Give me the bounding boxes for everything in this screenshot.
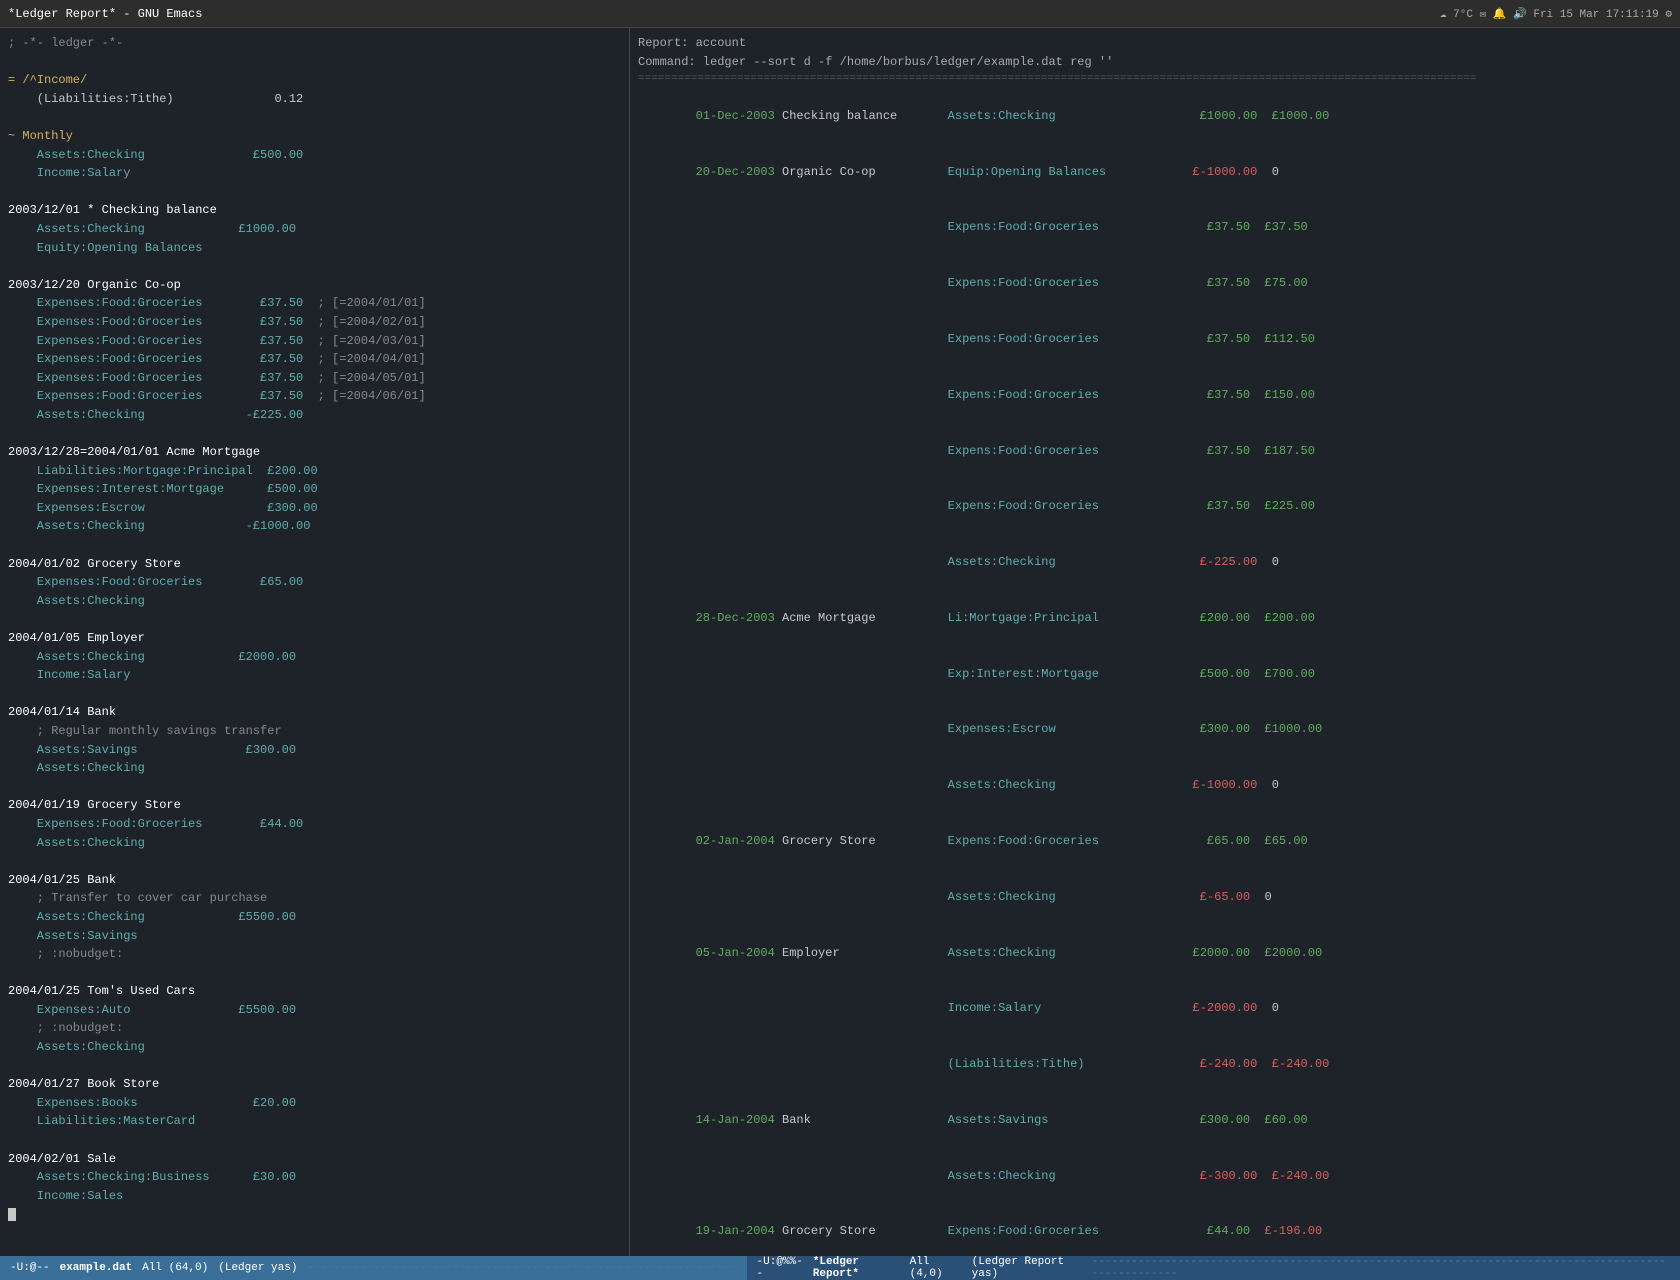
table-row: Assets:Checking £-65.00 0 xyxy=(638,869,1672,925)
table-row: 14-Jan-2004 Bank Assets:Savings £300.00 … xyxy=(638,1092,1672,1148)
status-right: -U:@%%-- *Ledger Report* All (4,0) (Ledg… xyxy=(747,1256,1680,1280)
table-row: Assets:Checking £-1000.00 0 xyxy=(638,758,1672,814)
table-row: Expens:Food:Groceries £37.50 £187.50 xyxy=(638,423,1672,479)
table-row: 05-Jan-2004 Employer Assets:Checking £20… xyxy=(638,925,1672,981)
table-row: Assets:Checking £-225.00 0 xyxy=(638,534,1672,590)
table-row: 20-Dec-2003 Organic Co-op Equip:Opening … xyxy=(638,144,1672,200)
table-row: 19-Jan-2004 Grocery Store Expens:Food:Gr… xyxy=(638,1204,1672,1256)
status-major-mode-right: (Ledger Report yas) xyxy=(972,1256,1082,1280)
tx-20040125-cars: 2004/01/25 Tom's Used Cars xyxy=(8,982,621,1001)
tx-20040102: 2004/01/02 Grocery Store xyxy=(8,555,621,574)
status-divider-right: ----------------------------------------… xyxy=(1092,1256,1670,1280)
table-row: Expens:Food:Groceries £37.50 £112.50 xyxy=(638,311,1672,367)
table-row: Expens:Food:Groceries £37.50 £37.50 xyxy=(638,200,1672,256)
title-bar: *Ledger Report* - GNU Emacs ☁ 7°C ✉ 🔔 🔊 … xyxy=(0,0,1680,28)
report-title: Report: account xyxy=(638,34,1672,53)
table-row: Expens:Food:Groceries £37.50 £75.00 xyxy=(638,256,1672,312)
status-mode-right: -U:@%%-- xyxy=(757,1256,803,1280)
app-title: *Ledger Report* - GNU Emacs xyxy=(8,7,202,21)
table-row: 28-Dec-2003 Acme Mortgage Li:Mortgage:Pr… xyxy=(638,590,1672,646)
status-divider: ----------------------------------------… xyxy=(307,1262,736,1274)
tx-20040125-bank: 2004/01/25 Bank xyxy=(8,871,621,890)
tx-20031201: 2003/12/01 * Checking balance xyxy=(8,201,621,220)
status-filename-right: *Ledger Report* xyxy=(813,1256,900,1280)
tx-20040119: 2004/01/19 Grocery Store xyxy=(8,796,621,815)
income-salary-entry: Income:Salary xyxy=(8,164,621,183)
tithe-entry: (Liabilities:Tithe) 0.12 xyxy=(8,90,621,109)
status-mode-left: -U:@-- xyxy=(10,1262,50,1274)
monthly-periodic: ~ Monthly xyxy=(8,127,621,146)
income-rule: = /^Income/ xyxy=(8,71,621,90)
table-row: Expens:Food:Groceries £37.50 £225.00 xyxy=(638,479,1672,535)
table-row: 01-Dec-2003 Checking balance Assets:Chec… xyxy=(638,88,1672,144)
status-info-left: All (64,0) xyxy=(142,1262,208,1274)
report-command: Command: ledger --sort d -f /home/borbus… xyxy=(638,53,1672,72)
system-tray: ☁ 7°C ✉ 🔔 🔊 Fri 15 Mar 17:11:19 ⚙ xyxy=(1440,7,1672,21)
table-row: Expens:Food:Groceries £37.50 £150.00 xyxy=(638,367,1672,423)
table-row: Assets:Checking £-300.00 £-240.00 xyxy=(638,1148,1672,1204)
tx-20031220: 2003/12/20 Organic Co-op xyxy=(8,276,621,295)
tx-20040127: 2004/01/27 Book Store xyxy=(8,1075,621,1094)
table-row: Expenses:Escrow £300.00 £1000.00 xyxy=(638,702,1672,758)
table-row: Exp:Interest:Mortgage £500.00 £700.00 xyxy=(638,646,1672,702)
status-bar: -U:@-- example.dat All (64,0) (Ledger ya… xyxy=(0,1256,1680,1280)
status-filename-left: example.dat xyxy=(60,1262,133,1274)
status-major-mode-left: (Ledger yas) xyxy=(218,1262,297,1274)
assets-checking-entry: Assets:Checking £500.00 xyxy=(8,146,621,165)
tx-20031228: 2003/12/28=2004/01/01 Acme Mortgage xyxy=(8,443,621,462)
tx-20040114: 2004/01/14 Bank xyxy=(8,703,621,722)
report-separator: ========================================… xyxy=(638,71,1672,88)
tx-20040105: 2004/01/05 Employer xyxy=(8,629,621,648)
tx-20040201: 2004/02/01 Sale xyxy=(8,1150,621,1169)
table-row: (Liabilities:Tithe) £-240.00 £-240.00 xyxy=(638,1037,1672,1093)
right-report-pane: Report: account Command: ledger --sort d… xyxy=(630,28,1680,1256)
table-row: 02-Jan-2004 Grocery Store Expens:Food:Gr… xyxy=(638,813,1672,869)
status-info-right: All (4,0) xyxy=(910,1256,962,1280)
ledger-comment-line: ; -*- ledger -*- xyxy=(8,34,621,53)
left-editor-pane[interactable]: ; -*- ledger -*- = /^Income/ (Liabilitie… xyxy=(0,28,630,1256)
table-row: Income:Salary £-2000.00 0 xyxy=(638,981,1672,1037)
report-transactions: 01-Dec-2003 Checking balance Assets:Chec… xyxy=(638,88,1672,1256)
status-left: -U:@-- example.dat All (64,0) (Ledger ya… xyxy=(0,1256,747,1280)
